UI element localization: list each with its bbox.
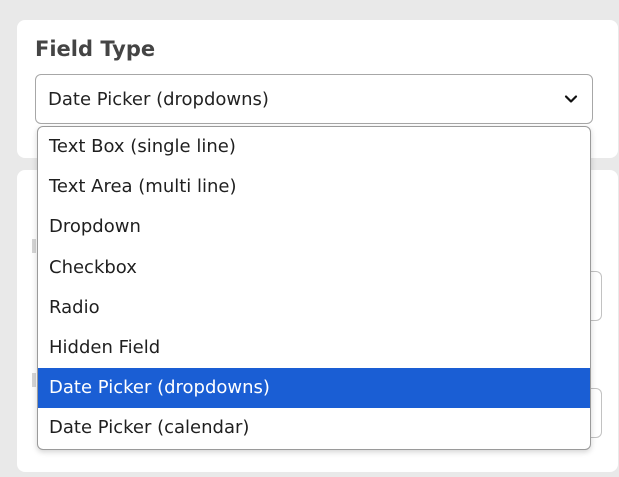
dropdown-option[interactable]: Text Box (single line) [38, 127, 590, 167]
hidden-label-edge [32, 373, 36, 387]
hidden-label-edge [32, 239, 36, 253]
dropdown-option[interactable]: Radio [38, 288, 590, 328]
dropdown-option[interactable]: Checkbox [38, 248, 590, 288]
field-type-selected-value: Date Picker (dropdowns) [48, 89, 269, 110]
dropdown-option[interactable]: Date Picker (calendar) [38, 408, 590, 448]
dropdown-option[interactable]: Text Area (multi line) [38, 167, 590, 207]
chevron-down-icon [564, 95, 578, 103]
dropdown-option[interactable]: Date Picker (dropdowns) [38, 368, 590, 409]
field-type-options-list: Text Box (single line) Text Area (multi l… [37, 126, 591, 450]
field-type-heading: Field Type [35, 37, 156, 61]
field-type-select[interactable]: Date Picker (dropdowns) [35, 74, 593, 124]
dropdown-option[interactable]: Hidden Field [38, 328, 590, 368]
dropdown-option[interactable]: Dropdown [38, 207, 590, 247]
